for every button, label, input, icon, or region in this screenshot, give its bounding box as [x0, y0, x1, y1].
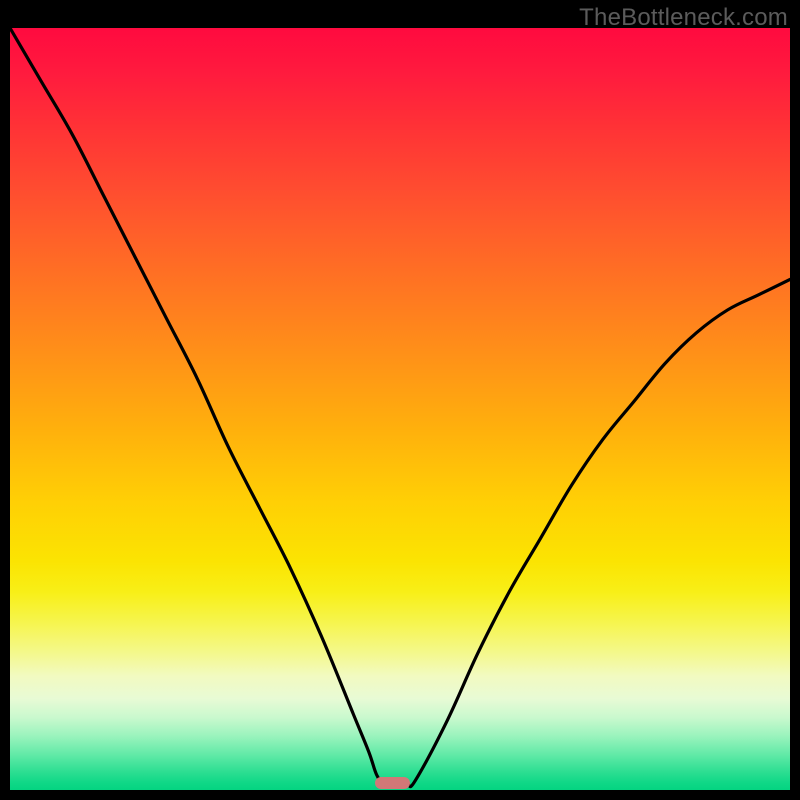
bottleneck-curve	[10, 28, 790, 790]
chart-stage: TheBottleneck.com	[0, 0, 800, 800]
optimum-marker	[375, 777, 410, 789]
plot-area	[10, 28, 790, 790]
